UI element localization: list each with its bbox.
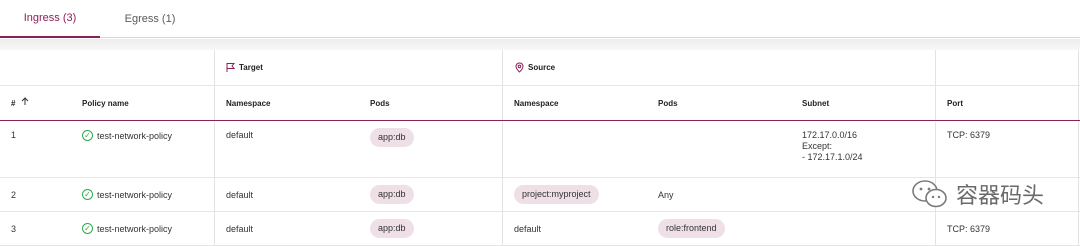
source-pod-badge: role:frontend bbox=[658, 219, 725, 238]
check-circle-icon: ✓ bbox=[82, 223, 93, 234]
column-index-label: # bbox=[11, 98, 16, 108]
column-header-subnet[interactable]: Subnet bbox=[802, 86, 829, 120]
table-row[interactable]: 3 ✓ test-network-policy default app:db d… bbox=[0, 212, 1080, 246]
target-namespace: default bbox=[226, 189, 254, 200]
policy-name[interactable]: test-network-policy bbox=[97, 224, 172, 234]
row-index: 2 bbox=[11, 189, 17, 200]
target-namespace: default bbox=[226, 223, 254, 234]
watermark-text: 容器码头 bbox=[955, 183, 1044, 208]
row-index: 3 bbox=[11, 223, 17, 234]
target-pod-badge: app:db bbox=[370, 128, 414, 147]
column-header-policy-name[interactable]: Policy name bbox=[82, 86, 129, 120]
section-divider bbox=[0, 39, 1080, 50]
port-value: TCP: 6379 bbox=[947, 223, 991, 234]
policy-name[interactable]: test-network-policy bbox=[97, 190, 172, 200]
source-pods: Any bbox=[658, 189, 674, 200]
arrow-up-icon[interactable] bbox=[21, 97, 29, 109]
tab-egress[interactable]: Egress (1) bbox=[100, 0, 200, 38]
group-target-label: Target bbox=[239, 63, 263, 72]
location-pin-icon bbox=[514, 62, 525, 73]
target-pod-badge: app:db bbox=[370, 185, 414, 204]
column-header-target-pods[interactable]: Pods bbox=[370, 86, 390, 120]
group-source-label: Source bbox=[528, 63, 556, 72]
column-header-source-namespace[interactable]: Namespace bbox=[514, 86, 558, 120]
table-row[interactable]: 1 ✓ test-network-policy default app:db 1… bbox=[0, 122, 1080, 178]
column-header-index[interactable]: # bbox=[11, 86, 29, 120]
check-circle-icon: ✓ bbox=[82, 130, 93, 141]
target-pod-badge: app:db bbox=[370, 219, 414, 238]
column-header-port[interactable]: Port bbox=[947, 86, 963, 120]
tab-ingress[interactable]: Ingress (3) bbox=[0, 0, 100, 38]
check-circle-icon: ✓ bbox=[82, 189, 93, 200]
column-header-target-namespace[interactable]: Namespace bbox=[226, 86, 270, 120]
target-namespace: default bbox=[226, 130, 254, 140]
port-value: TCP: 6379 bbox=[947, 130, 991, 140]
tab-bar: Ingress (3) Egress (1) bbox=[0, 0, 1080, 38]
source-namespace-badge: project:myproject bbox=[514, 185, 599, 204]
source-namespace: default bbox=[514, 223, 542, 234]
table-header-row: # Policy name Namespace Pods Namespace P… bbox=[0, 86, 1080, 121]
flag-icon bbox=[225, 62, 236, 73]
watermark: 容器码头 bbox=[910, 178, 1044, 210]
row-index: 1 bbox=[11, 130, 17, 140]
wechat-logo-icon bbox=[910, 178, 950, 210]
column-header-source-pods[interactable]: Pods bbox=[658, 86, 678, 120]
table-group-header: Target Source bbox=[0, 50, 1080, 86]
subnet-value: 172.17.0.0/16 Except: - 172.17.1.0/24 bbox=[802, 130, 863, 162]
policy-name[interactable]: test-network-policy bbox=[97, 131, 172, 141]
